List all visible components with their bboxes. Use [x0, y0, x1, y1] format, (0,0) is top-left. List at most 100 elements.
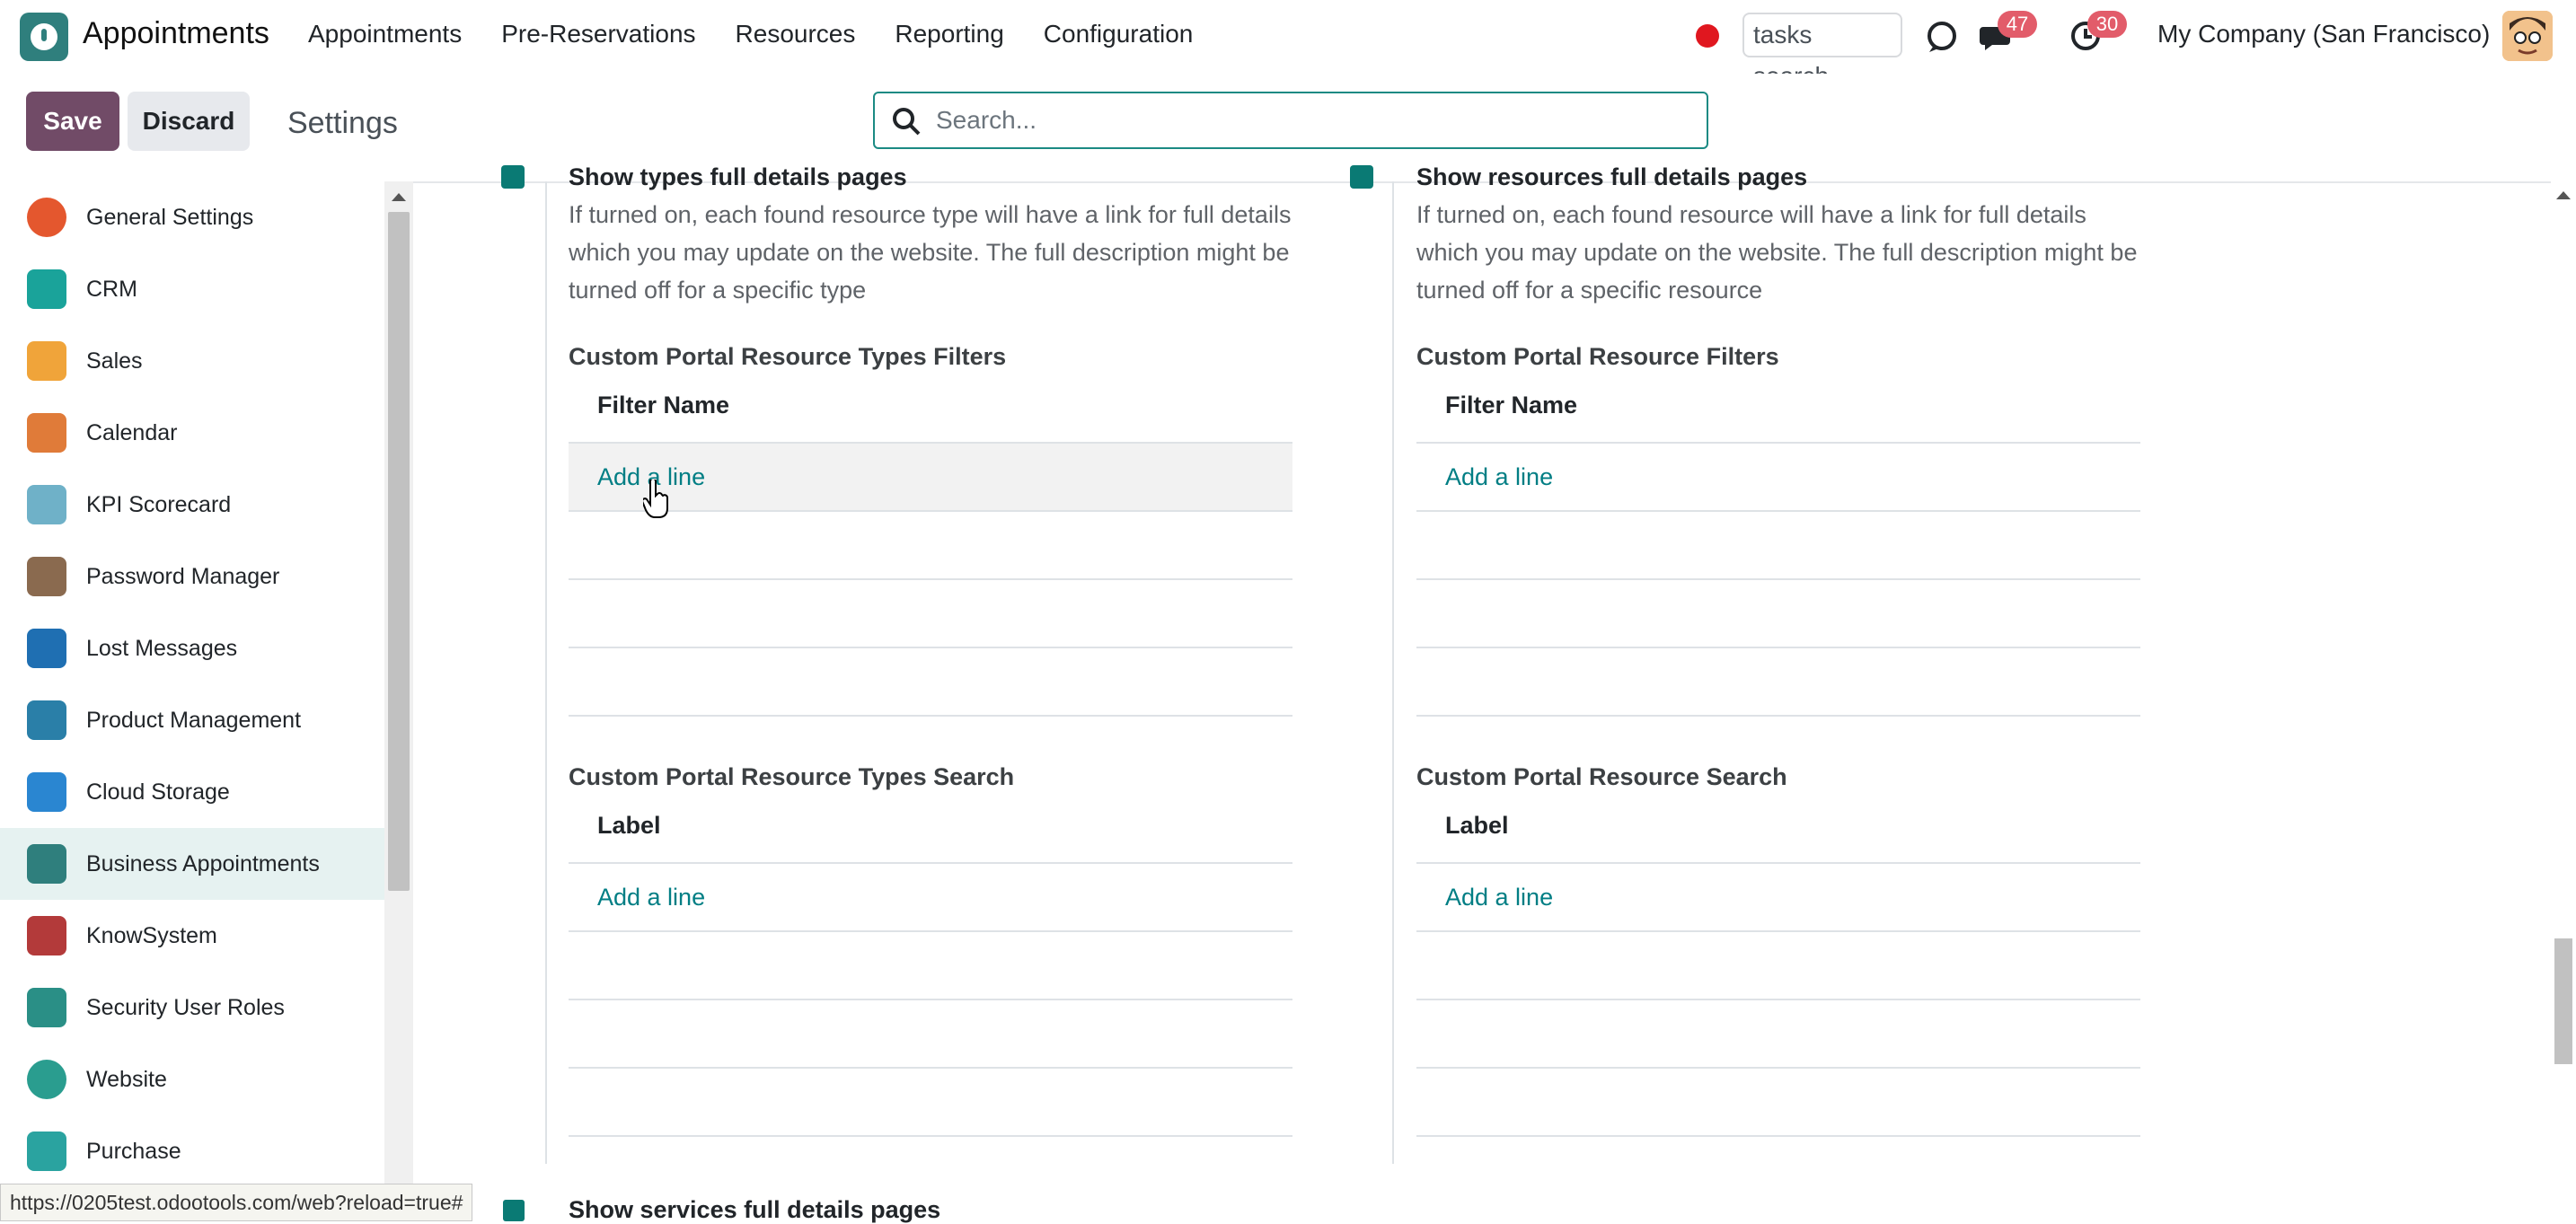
sidebar-item-label: Password Manager — [86, 563, 280, 589]
show-resources-details-checkbox[interactable] — [1350, 165, 1373, 189]
table-row — [1416, 648, 2140, 717]
sidebar-item-security-user-roles[interactable]: Security User Roles — [0, 972, 384, 1043]
menu-appointments[interactable]: Appointments — [308, 20, 462, 48]
sidebar-item-label: CRM — [86, 276, 137, 302]
resource-filters-table: Filter Name Add a line — [1416, 375, 2140, 717]
sidebar-item-purchase[interactable]: Purchase — [0, 1115, 384, 1185]
sidebar-item-label: Lost Messages — [86, 635, 238, 661]
kpi-scorecard-icon — [27, 485, 66, 524]
knowsystem-icon — [27, 916, 66, 955]
table-row — [569, 1069, 1292, 1137]
resource-search-table: Label Add a line — [1416, 796, 2140, 1137]
save-button[interactable]: Save — [26, 92, 119, 151]
main-scrollbar-thumb[interactable] — [2554, 938, 2572, 1064]
sidebar-item-calendar[interactable]: Calendar — [0, 397, 384, 469]
discuss-icon[interactable] — [1922, 16, 1962, 56]
table-row[interactable]: Add a line — [1416, 864, 2140, 932]
sidebar-item-lost-messages[interactable]: Lost Messages — [0, 612, 384, 684]
sidebar-item-label: General Settings — [86, 204, 254, 230]
add-a-line-link[interactable]: Add a line — [1445, 884, 1553, 911]
add-a-line-link[interactable]: Add a line — [1445, 463, 1553, 491]
table-row[interactable]: Add a line — [569, 444, 1292, 512]
business-appointments-icon — [27, 844, 66, 884]
right-setting-heading: Show resources full details pages — [1416, 163, 1808, 190]
appointments-app-icon[interactable] — [20, 13, 68, 61]
table-header: Filter Name — [569, 375, 1292, 444]
scroll-up-arrow-icon[interactable] — [390, 190, 408, 203]
column-header-label: Label — [1445, 812, 1509, 839]
sidebar-item-website[interactable]: Website — [0, 1043, 384, 1115]
main-scrollbar[interactable] — [2551, 181, 2576, 1221]
search-placeholder: Search... — [936, 106, 1037, 134]
menu-pre-reservations[interactable]: Pre-Reservations — [501, 20, 695, 48]
sidebar-item-product-management[interactable]: Product Management — [0, 684, 384, 756]
tasks-search-input[interactable]: tasks search — [1742, 13, 1902, 90]
sidebar-item-label: Purchase — [86, 1138, 181, 1164]
main-scroll-up-arrow-icon[interactable] — [2554, 189, 2572, 201]
general-settings-icon — [27, 198, 66, 237]
table-row — [569, 932, 1292, 1000]
sidebar-item-label: Product Management — [86, 707, 302, 733]
sidebar-item-kpi-scorecard[interactable]: KPI Scorecard — [0, 469, 384, 541]
column-header-filter-name: Filter Name — [597, 392, 730, 418]
sidebar-item-sales[interactable]: Sales — [0, 325, 384, 397]
sidebar-item-crm[interactable]: CRM — [0, 253, 384, 325]
sidebar-item-general-settings[interactable]: General Settings — [0, 181, 384, 253]
add-a-line-link[interactable]: Add a line — [597, 884, 705, 911]
discard-button[interactable]: Discard — [128, 92, 250, 151]
table-row — [1416, 1000, 2140, 1069]
activities-count-badge: 30 — [2087, 11, 2127, 38]
table-header: Filter Name — [1416, 375, 2140, 444]
company-switcher[interactable]: My Company (San Francisco) — [2157, 20, 2490, 48]
table-row — [569, 512, 1292, 580]
activities-clock-icon[interactable]: 30 — [2066, 11, 2127, 56]
table-row[interactable]: Add a line — [569, 864, 1292, 932]
app-name[interactable]: Appointments — [83, 16, 269, 51]
sidebar-item-label: KnowSystem — [86, 922, 217, 948]
types-filters-table: Filter Name Add a line — [569, 375, 1292, 717]
sales-icon — [27, 341, 66, 381]
types-search-table: Label Add a line — [569, 796, 1292, 1137]
table-row — [1416, 932, 2140, 1000]
sidebar-item-label: Website — [86, 1066, 167, 1092]
product-management-icon — [27, 700, 66, 740]
password-manager-icon — [27, 557, 66, 596]
table-row — [1416, 580, 2140, 648]
user-avatar[interactable] — [2502, 11, 2553, 61]
calendar-icon — [27, 413, 66, 453]
sidebar-item-label: Calendar — [86, 419, 178, 445]
hand-pointer-cursor-icon — [643, 480, 668, 518]
table-row — [569, 1000, 1292, 1069]
column-header-label: Label — [597, 812, 661, 839]
sidebar-scrollbar-thumb[interactable] — [388, 212, 410, 891]
sidebar-item-cloud-storage[interactable]: Cloud Storage — [0, 756, 384, 828]
sidebar-item-knowsystem[interactable]: KnowSystem — [0, 900, 384, 972]
table-row — [1416, 512, 2140, 580]
right-setting-description: If turned on, each found resource will h… — [1416, 201, 2138, 304]
top-navbar: Appointments Appointments Pre-Reservatio… — [0, 0, 2576, 90]
types-filters-title: Custom Portal Resource Types Filters — [569, 343, 1007, 370]
left-setting-description: If turned on, each found resource type w… — [569, 201, 1292, 304]
menu-reporting[interactable]: Reporting — [895, 20, 1003, 48]
website-icon — [27, 1060, 66, 1099]
table-header: Label — [1416, 796, 2140, 864]
settings-search-input[interactable]: Search... — [873, 92, 1708, 149]
sidebar-item-password-manager[interactable]: Password Manager — [0, 541, 384, 612]
table-row — [569, 648, 1292, 717]
sidebar-item-business-appointments[interactable]: Business Appointments — [0, 828, 384, 900]
show-services-details-checkbox[interactable] — [503, 1200, 525, 1221]
page-title: Settings — [287, 106, 398, 140]
show-types-details-checkbox[interactable] — [501, 165, 525, 189]
table-row[interactable]: Add a line — [1416, 444, 2140, 512]
menu-resources[interactable]: Resources — [736, 20, 856, 48]
table-row — [569, 580, 1292, 648]
resource-search-title: Custom Portal Resource Search — [1416, 763, 1787, 790]
lost-messages-icon — [27, 629, 66, 668]
crm-icon — [27, 269, 66, 309]
recording-indicator-icon[interactable] — [1696, 24, 1719, 48]
left-column-divider — [545, 181, 547, 1164]
messages-icon[interactable]: 47 — [1976, 11, 2037, 56]
messages-count-badge: 47 — [1998, 11, 2037, 38]
sidebar-item-label: Business Appointments — [86, 850, 320, 876]
menu-configuration[interactable]: Configuration — [1044, 20, 1194, 48]
